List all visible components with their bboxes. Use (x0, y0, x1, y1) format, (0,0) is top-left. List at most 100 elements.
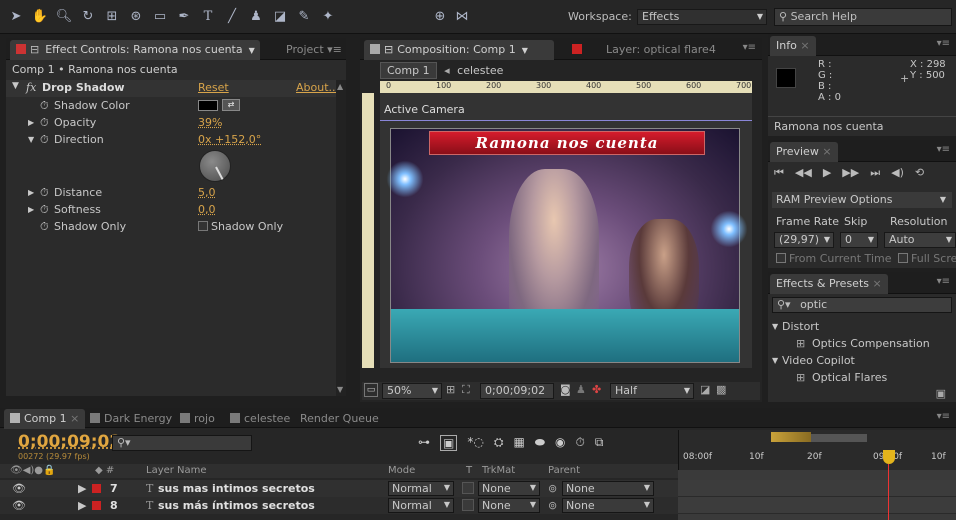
fast-previews-icon[interactable]: ◪ (700, 383, 710, 396)
reset-link[interactable]: Reset (198, 81, 229, 94)
puppet-tool-icon[interactable]: ✦ (318, 7, 338, 27)
header-parent[interactable]: Parent (548, 464, 580, 478)
loop-icon[interactable]: ⟲ (915, 166, 924, 182)
direction-dial[interactable] (199, 150, 231, 182)
stopwatch-icon[interactable]: ⏱ (40, 97, 49, 114)
eraser-tool-icon[interactable]: ◪ (270, 7, 290, 27)
always-preview-icon[interactable]: ▭ (364, 383, 378, 397)
layer-name[interactable]: sus más íntimos secretos (158, 497, 315, 514)
mode-select[interactable]: Normal ▼ (388, 481, 454, 496)
disclosure-open-icon[interactable]: ▼ (28, 131, 34, 148)
transparency-grid-icon[interactable]: ▩ (716, 383, 726, 396)
stopwatch-icon[interactable]: ⏱ (40, 131, 49, 148)
parent-select[interactable]: None ▼ (562, 498, 654, 513)
close-icon[interactable]: × (800, 39, 809, 52)
panel-menu-icon[interactable]: ▾≡ (327, 43, 342, 56)
close-icon[interactable]: × (67, 412, 79, 425)
effects-item[interactable]: ⊞ Optical Flares (768, 369, 956, 386)
eye-icon[interactable]: 👁 (12, 497, 26, 514)
skip-select[interactable]: 0 ▼ (840, 232, 878, 248)
effects-item[interactable]: ⊞ Optics Compensation (768, 335, 956, 352)
layer-duration-bar[interactable] (678, 497, 956, 514)
panel-menu-icon[interactable]: ▾≡ (937, 144, 950, 155)
preserve-transparency-checkbox[interactable] (462, 499, 474, 511)
header-t[interactable]: T (466, 464, 472, 478)
shadow-color-swatch[interactable] (198, 100, 218, 111)
full-screen-checkbox[interactable]: Full Scree (898, 252, 956, 265)
stopwatch-icon[interactable]: ⏱ (40, 114, 49, 131)
stopwatch-icon[interactable]: ⏱ (40, 201, 49, 218)
label-color-icon[interactable] (92, 501, 101, 510)
rotate-tool-icon[interactable]: ↻ (78, 7, 98, 27)
close-icon[interactable]: × (822, 145, 831, 158)
shadow-only-checkbox[interactable]: Shadow Only (198, 218, 283, 235)
panel-menu-icon[interactable]: ▾≡ (937, 411, 950, 422)
next-frame-icon[interactable]: ▶▶ (842, 166, 859, 182)
new-preset-icon[interactable]: ▣ (936, 387, 946, 400)
last-frame-icon[interactable]: ⏭ (870, 166, 880, 182)
ram-preview-options[interactable]: RAM Preview Options ▼ (772, 192, 952, 208)
comp-mini-flowchart-icon[interactable]: ⊶ (418, 435, 430, 451)
roto-brush-tool-icon[interactable]: ✎ (294, 7, 314, 27)
tab-timeline-3[interactable]: celestee (224, 409, 296, 429)
crumb-layer[interactable]: celestee (457, 64, 503, 77)
distance-value[interactable]: 5,0 (198, 184, 216, 201)
audio-icon[interactable]: ◀) (891, 166, 904, 182)
grid-icon[interactable]: ⊞ (446, 383, 455, 396)
fx-icon[interactable]: fx (26, 81, 36, 94)
resolution-select[interactable]: Auto ▼ (884, 232, 956, 248)
disclosure-closed-icon[interactable]: ▶ (78, 480, 86, 497)
chevron-down-icon[interactable]: ▼ (249, 46, 255, 55)
tab-timeline-2[interactable]: rojo (174, 409, 221, 429)
snap-icon[interactable]: ⊕ (430, 7, 450, 27)
brainstorm-icon[interactable]: ⬬ (535, 435, 545, 451)
scrollbar-down-icon[interactable]: ▼ (337, 385, 343, 394)
shy-layers-icon[interactable]: *◌ (467, 435, 483, 451)
workspace-select[interactable]: Effects ▼ (637, 9, 767, 25)
zoom-select[interactable]: 50% ▼ (382, 383, 442, 399)
tab-layer[interactable]: Layer: optical flare4 (566, 40, 722, 60)
mode-select[interactable]: Normal ▼ (388, 498, 454, 513)
layer-duration-bar[interactable] (678, 480, 956, 497)
snapshot-icon[interactable]: ◙ (560, 383, 571, 396)
brush-tool-icon[interactable]: ╱ (222, 7, 242, 27)
effect-controls-scrollbar[interactable]: ▲ ▼ (336, 80, 346, 396)
effects-group[interactable]: ▼ Video Copilot (768, 352, 956, 369)
comp-viewer[interactable]: Active Camera Ramona nos cuenta (380, 93, 752, 368)
current-time-display[interactable]: 0;00;09;02 00272 (29.97 fps) (18, 432, 121, 461)
search-help-input[interactable]: ⚲ Search Help (774, 8, 952, 26)
effects-group[interactable]: ▼ Distort (768, 318, 956, 335)
hand-tool-icon[interactable]: ✋ (30, 7, 50, 27)
stopwatch-icon[interactable]: ⏱ (576, 435, 585, 451)
zoom-tool-icon[interactable]: 🔍︎ (54, 7, 74, 27)
disclosure-closed-icon[interactable]: ▶ (28, 114, 34, 131)
tab-project[interactable]: Project ▾≡ (280, 40, 346, 60)
close-icon[interactable]: × (873, 277, 882, 290)
tab-timeline-4[interactable]: Render Queue (294, 409, 385, 429)
graph-editor-icon[interactable]: ⧉ (595, 435, 604, 451)
disclosure-closed-icon[interactable]: ▶ (78, 497, 86, 514)
timecode-field[interactable]: 0;00;09;02 (480, 383, 554, 399)
keyframe-graph-icon[interactable]: ◉ (555, 435, 565, 451)
trkmat-select[interactable]: None ▼ (478, 498, 540, 513)
preserve-transparency-checkbox[interactable] (462, 482, 474, 494)
motion-blur-icon[interactable]: ▦ (513, 435, 524, 451)
tab-effect-controls[interactable]: ⊟ Effect Controls: Ramona nos cuenta ▼ (10, 40, 260, 60)
previous-frame-icon[interactable]: ◀◀ (795, 166, 812, 182)
eye-icon[interactable]: 👁 (12, 480, 26, 497)
header-trkmat[interactable]: TrkMat (482, 464, 515, 478)
work-area-start-handle[interactable] (771, 432, 811, 442)
layer-search-input[interactable]: ⚲▾ (112, 435, 252, 451)
layer-name[interactable]: sus mas intimos secretos (158, 480, 315, 497)
frame-blending-icon[interactable]: ⛭ (494, 435, 504, 451)
rectangle-mask-tool-icon[interactable]: ▭ (150, 7, 170, 27)
from-current-time-checkbox[interactable]: From Current Time (776, 252, 891, 265)
panel-menu-icon[interactable]: ▾≡ (937, 276, 950, 287)
resolution-select[interactable]: Half ▼ (610, 383, 694, 399)
tab-info[interactable]: Info × (770, 36, 816, 56)
scrollbar-up-icon[interactable]: ▲ (337, 82, 343, 91)
tab-timeline-1[interactable]: Dark Energy (84, 409, 178, 429)
panel-menu-icon[interactable]: ▾≡ (937, 38, 950, 49)
parent-select[interactable]: None ▼ (562, 481, 654, 496)
tab-timeline-0[interactable]: Comp 1 × (4, 409, 86, 429)
